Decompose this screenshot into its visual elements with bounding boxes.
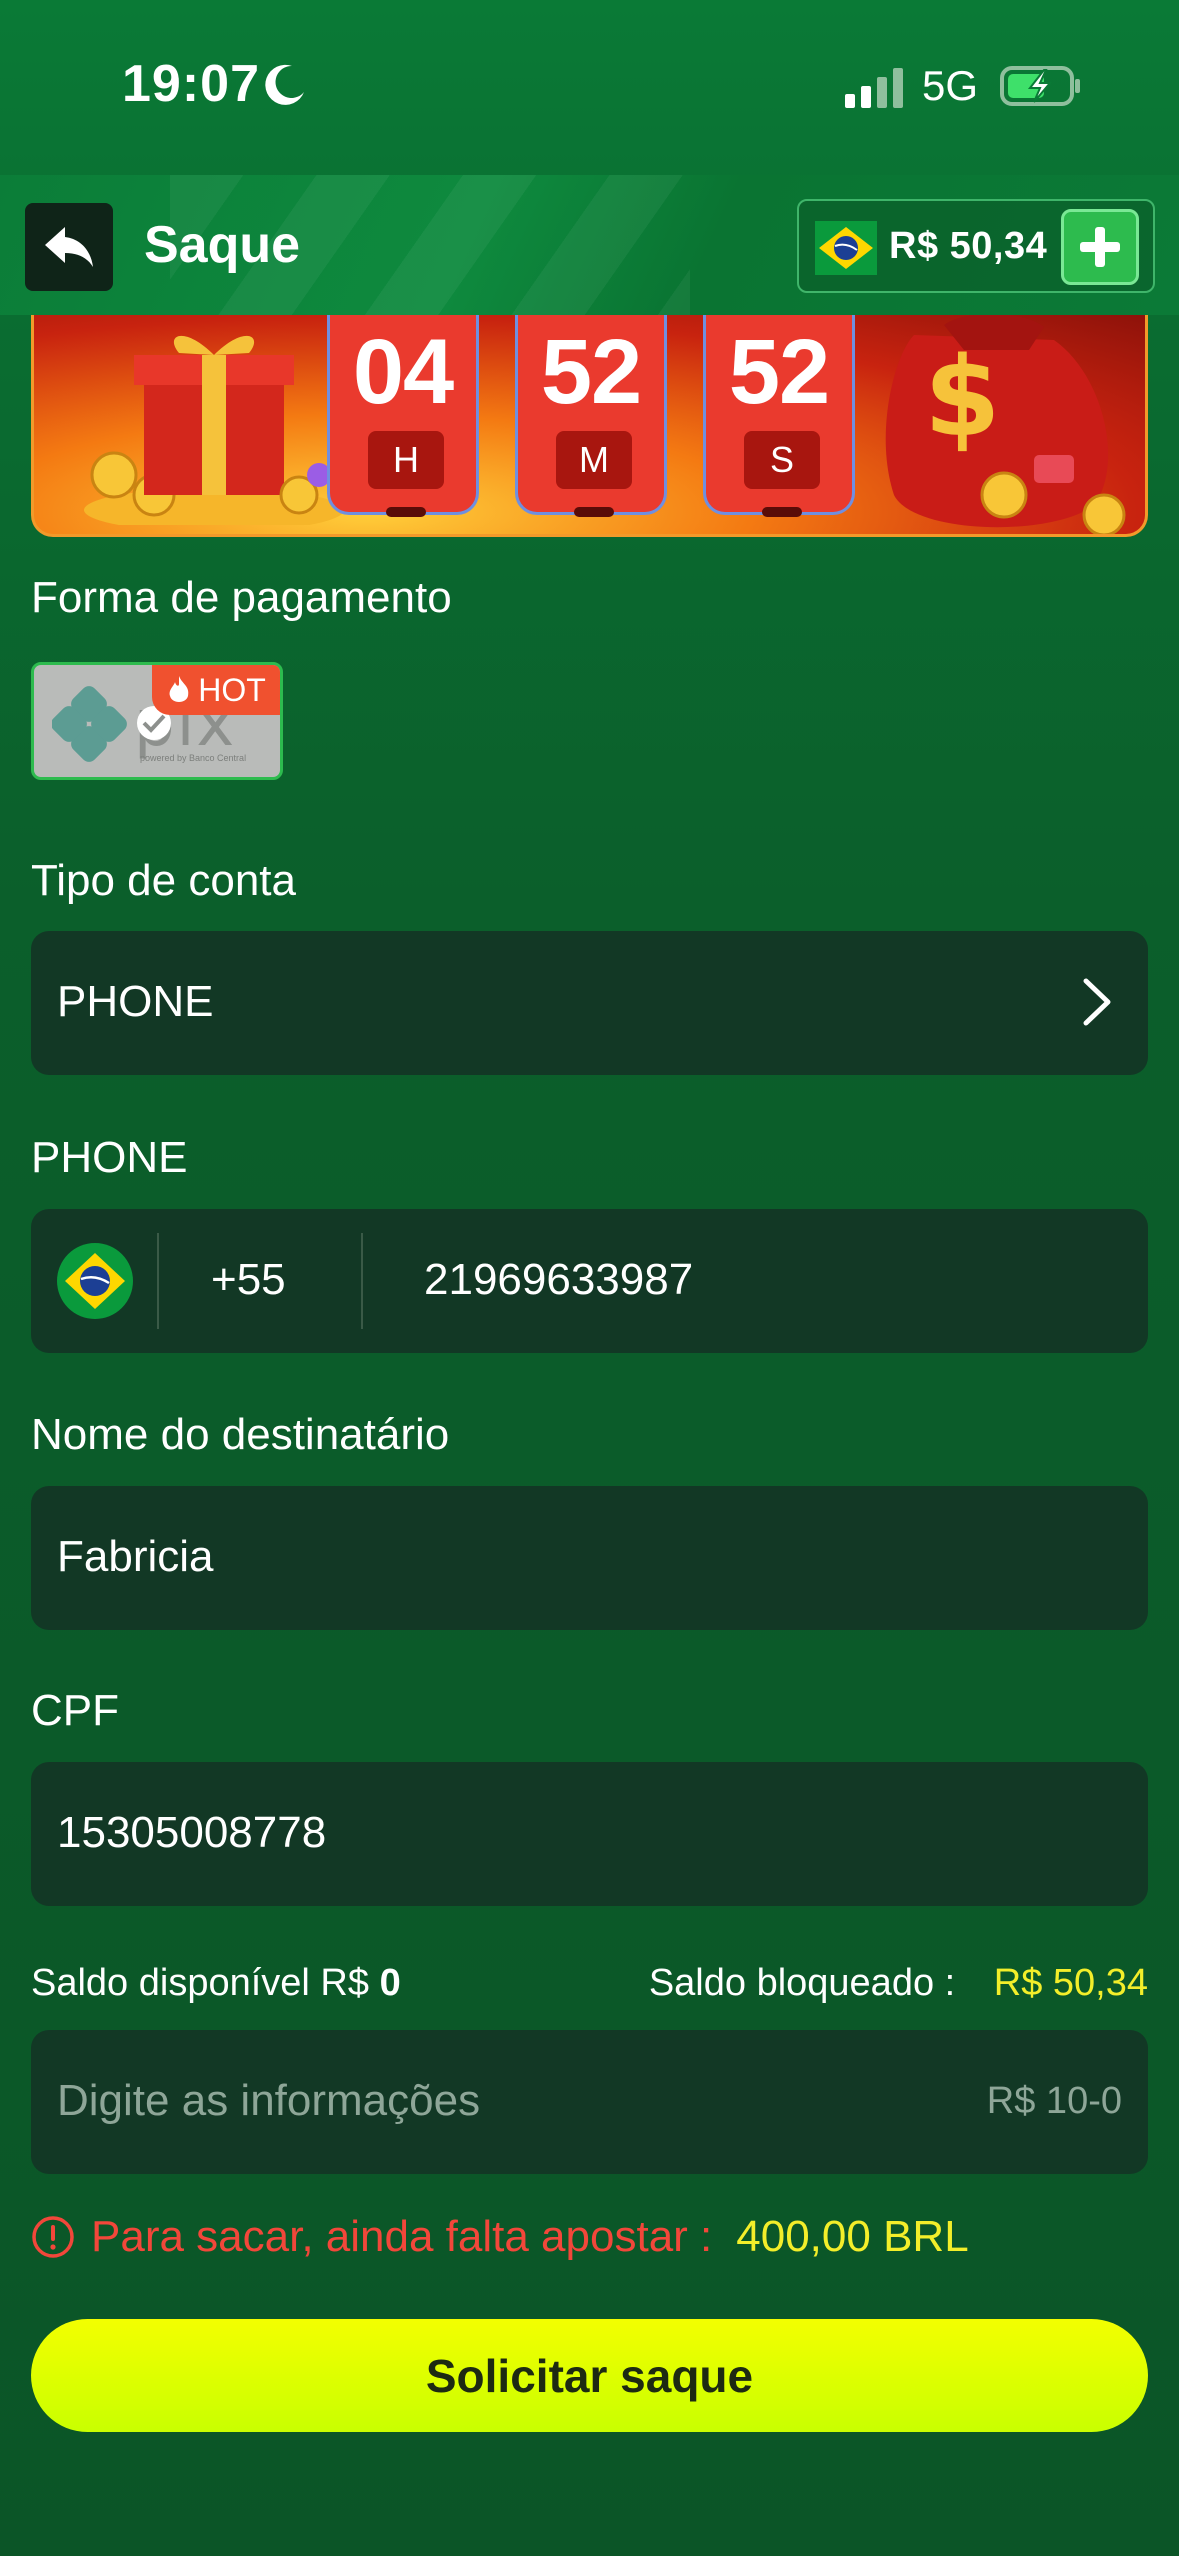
moon-icon: [265, 64, 304, 105]
divider: [361, 1233, 363, 1329]
timer-dot: [386, 507, 426, 517]
cpf-value: 15305008778: [57, 1808, 327, 1857]
phone-field[interactable]: +55 21969633987: [31, 1209, 1148, 1353]
country-code[interactable]: +55: [211, 1255, 286, 1305]
recipient-name-input[interactable]: Fabricia: [31, 1486, 1148, 1630]
cpf-label: CPF: [31, 1686, 119, 1735]
blocked-balance-label: Saldo bloqueado :: [648, 1962, 956, 2004]
cpf-input[interactable]: 15305008778: [31, 1762, 1148, 1906]
timer-seconds-unit: S: [744, 431, 820, 489]
phone-number-input[interactable]: 21969633987: [424, 1255, 693, 1305]
signal-icon: [845, 68, 903, 108]
timer-seconds: 52 S: [703, 315, 855, 517]
phone-label: PHONE: [31, 1133, 188, 1182]
promo-banner[interactable]: 04 H 52 M 52 S $: [31, 315, 1148, 537]
plus-icon: [1080, 227, 1120, 267]
timer-dot: [574, 507, 614, 517]
timer-minutes-unit: M: [556, 431, 632, 489]
brazil-flag-icon: [815, 221, 877, 275]
warning-text: Para sacar, ainda falta apostar :: [91, 2212, 713, 2261]
brazil-flag-icon[interactable]: [57, 1243, 133, 1319]
request-withdraw-button[interactable]: Solicitar saque: [31, 2319, 1148, 2432]
page-title: Saque: [144, 216, 301, 274]
blocked-balance: Saldo bloqueado : R$ 50,34: [649, 1962, 1148, 2005]
available-balance: Saldo disponível R$ 0: [31, 1962, 401, 2005]
warning-amount: 400,00 BRL: [736, 2212, 969, 2261]
svg-text:$: $: [924, 333, 1001, 461]
gift-box-icon: [84, 335, 344, 525]
amount-placeholder: Digite as informações: [57, 2076, 481, 2125]
app-header: Saque R$ 50,34: [0, 175, 1179, 315]
divider: [157, 1233, 159, 1329]
available-balance-value: 0: [379, 1962, 401, 2004]
blocked-balance-value: R$ 50,34: [993, 1962, 1148, 2004]
wager-warning: Para sacar, ainda falta apostar : 400,00…: [31, 2212, 969, 2262]
account-type-label: Tipo de conta: [31, 856, 296, 905]
withdraw-amount-input[interactable]: Digite as informações R$ 10-0: [31, 2030, 1148, 2174]
amount-range: R$ 10-0: [986, 2080, 1122, 2122]
pix-payment-option[interactable]: pix powered by Banco Central HOT: [31, 662, 283, 780]
account-type-select[interactable]: PHONE: [31, 931, 1148, 1075]
account-type-value: PHONE: [57, 977, 214, 1026]
back-arrow-icon: [45, 227, 93, 267]
chevron-right-icon: [1083, 978, 1111, 1026]
header-balance: R$ 50,34: [889, 225, 1048, 267]
withdraw-page: 19:07 5G Saque R$ 50,34 04 H 52 M 52 S $…: [0, 0, 1179, 2556]
recipient-name-value: Fabricia: [57, 1532, 214, 1581]
timer-minutes: 52 M: [515, 315, 667, 517]
fire-icon: [169, 676, 189, 702]
timer-hours-value: 04: [352, 321, 454, 423]
timer-hours-unit: H: [368, 431, 444, 489]
timer-seconds-value: 52: [728, 321, 830, 423]
back-button[interactable]: [25, 203, 113, 291]
battery-charging-icon: [1000, 66, 1080, 106]
pix-logo-icon: [52, 686, 127, 762]
network-type: 5G: [922, 62, 979, 109]
recipient-label: Nome do destinatário: [31, 1410, 450, 1459]
hot-badge-label: HOT: [198, 671, 266, 708]
timer-hours: 04 H: [327, 315, 479, 517]
pix-subtitle: powered by Banco Central: [140, 753, 247, 763]
timer-dot: [762, 507, 802, 517]
alert-circle-icon: [32, 2216, 74, 2258]
status-time: 19:07: [122, 55, 260, 113]
money-bag-icon: $: [885, 315, 1126, 534]
deposit-plus-button[interactable]: [1061, 209, 1139, 285]
timer-minutes-value: 52: [540, 321, 642, 423]
available-balance-label: Saldo disponível R$: [31, 1962, 369, 2004]
status-bar: 19:07 5G: [0, 0, 1179, 175]
payment-method-label: Forma de pagamento: [31, 573, 452, 622]
balance-box: R$ 50,34: [797, 199, 1155, 293]
hot-badge: HOT: [152, 665, 280, 715]
